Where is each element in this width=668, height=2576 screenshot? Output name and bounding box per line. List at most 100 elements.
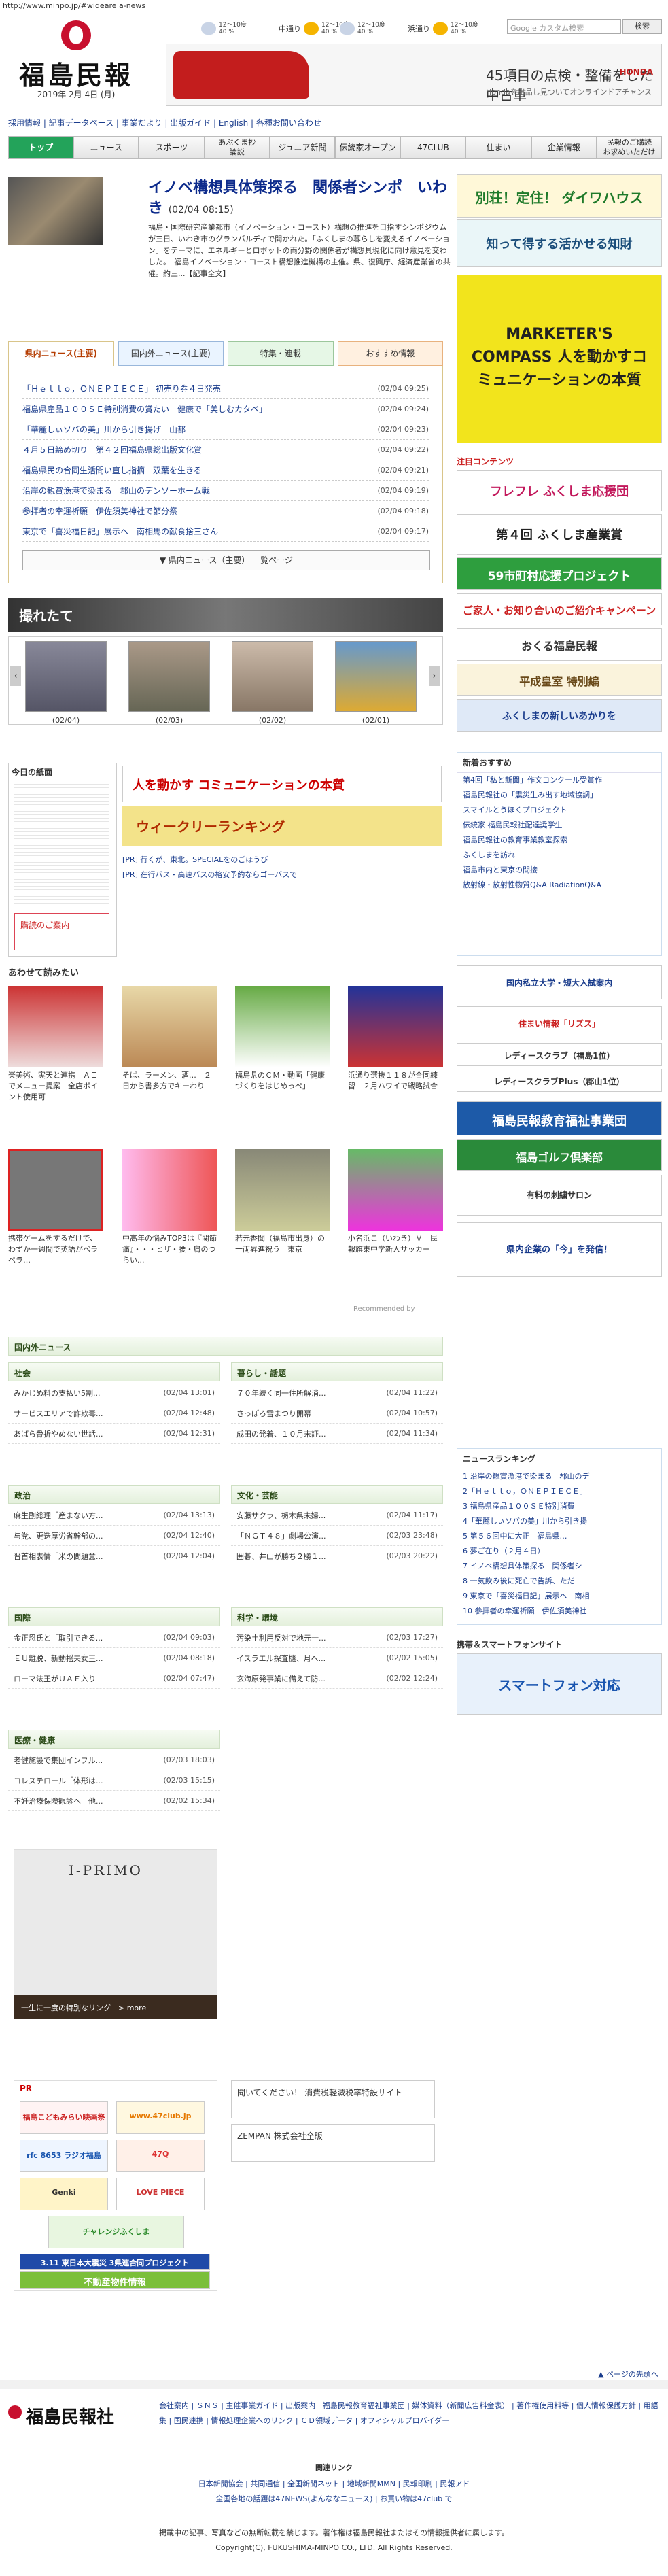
right-ad-besso[interactable]: 別荘！定住！ ダイワハウス	[457, 174, 662, 218]
list-item[interactable]: 成田の発着、１０月末証... (02/04 11:34)	[231, 1424, 443, 1444]
photo-thumb[interactable]: (02/01)	[335, 641, 417, 725]
list-item[interactable]: 「Ｈｅｌｌｏ，ＯＮＥＰＩＥＣＥ」 初売り券４日発売 (02/04 09:25)	[22, 379, 429, 399]
related-links[interactable]: 日本新聞協会 | 共同通信 | 全国新聞ネット | 地域新聞MMN | 民報印刷…	[0, 2477, 668, 2491]
paper-thumbnail[interactable]	[14, 781, 109, 904]
section-culture-title[interactable]: 文化・芸能	[231, 1485, 443, 1504]
recommend-item[interactable]: 楽美術、実天と連携 ＡＩでメニュー提案 全店ポイント使用可	[8, 986, 103, 1122]
nav-sports[interactable]: スポーツ	[139, 136, 205, 159]
headline-title[interactable]: イノベ構想具体策探る 関係者シンポ いわき (02/04 08:15)	[148, 178, 447, 220]
nav-news[interactable]: ニュース	[73, 136, 139, 159]
photo-thumb[interactable]: (02/04)	[25, 641, 107, 725]
list-item[interactable]: みかじめ料の支払い5割... (02/04 13:01)	[8, 1383, 220, 1403]
tab-domestic-news[interactable]: 国内外ニュース(主要)	[118, 341, 224, 366]
subscribe-link[interactable]: 購読のご案内	[14, 913, 109, 950]
newsrelease-banner[interactable]: 県内企業の「今」を発信！	[457, 1222, 662, 1277]
iprimo-tagline[interactable]: 一生に一度の特別なリング > more	[14, 1995, 217, 2019]
list-item[interactable]: 与党、更迭厚労省幹部の... (02/04 12:40)	[8, 1526, 220, 1546]
right-banner[interactable]: おくる福島民報	[457, 628, 662, 661]
list-item[interactable]: 「華麗しぃソバの美」川から引き揚げ 山都 (02/04 09:23)	[22, 419, 429, 440]
list-item[interactable]: 沿岸の観賞漁港で染まる 郡山のデンソーホーム戦 (02/04 09:19)	[22, 481, 429, 501]
nav-subscribe[interactable]: 民報のご購読 お求めいただけ	[596, 136, 663, 159]
ranking-item[interactable]: 9 東京で「喜災福日記」展示へ 南相	[457, 1589, 661, 1604]
univ-banner[interactable]: 国内私立大学・短大入試案内	[457, 965, 662, 999]
list-item[interactable]: 老健施設で集団インフル... (02/03 18:03)	[8, 1750, 220, 1770]
list-item[interactable]: コレステロール「体形は... (02/03 15:15)	[8, 1770, 220, 1791]
nav-open[interactable]: 伝統家オープン	[335, 136, 401, 159]
pr-link[interactable]: [PR] 行くが、東北。SPECIALをのごほうび	[122, 853, 297, 868]
pr-banner[interactable]: 福島こどもみらい映画祭	[20, 2101, 108, 2134]
ladies-plus-banner[interactable]: レディースクラブPlus（郡山1位）	[457, 1069, 662, 1092]
ranking-item[interactable]: 5 第５６回中に大正 福島県…	[457, 1529, 661, 1544]
nav-editorial[interactable]: あぶくま抄 論説	[204, 136, 270, 159]
pr-banner[interactable]: チャレンジふくしま	[48, 2216, 184, 2248]
weather-area-3[interactable]: 12〜10度 40 %	[340, 19, 385, 38]
list-item[interactable]: 囲碁、井山が勝ち２勝１... (02/03 20:22)	[231, 1546, 443, 1566]
zempan-banner[interactable]: ZEMPAN 株式会社全販	[231, 2124, 435, 2162]
section-science-title[interactable]: 科学・環境	[231, 1607, 443, 1626]
recommend-item[interactable]: 携帯ゲームをするだけで、わずか一週間で英語がペラペラ…	[8, 1149, 103, 1285]
today-paper[interactable]: 今日の紙面 購読のご案内	[8, 763, 117, 957]
ranking-item[interactable]: 8 一気飲み後に死亡で告訴、ただ	[457, 1574, 661, 1589]
footer-logo[interactable]: 福島民報社	[26, 2403, 114, 2428]
right-ad-chizai[interactable]: 知って得する活かせる知財	[457, 219, 662, 267]
iprimo-ad[interactable]: I-PRIMO 一生に一度の特別なリング > more	[14, 1849, 217, 2019]
list-item[interactable]: 福島県産品１００ＳＥ特別消費の賞たい 健康で「美しむカタベ」 (02/04 09:…	[22, 399, 429, 419]
pr-banner[interactable]: www.47club.jp	[116, 2101, 205, 2134]
right-banner[interactable]: 平成皇室 特別編	[457, 664, 662, 696]
recommend-item[interactable]: 若元香聞（福島市出身）の十両昇進祝う 東京	[235, 1149, 330, 1285]
smartphone-banner[interactable]: スマートフォン対応	[457, 1653, 662, 1715]
ranking-item[interactable]: 6 夢ご在り（２月４日）	[457, 1544, 661, 1559]
right-banner[interactable]: ふくしまの新しいあかりを	[457, 699, 662, 732]
right-ad-marketers[interactable]: MARKETER'S COMPASS 人を動かすコミュニケーションの本質	[457, 275, 662, 443]
list-item[interactable]: 金正恩氏と「取引できる... (02/04 09:03)	[8, 1628, 220, 1648]
list-item[interactable]: あばら骨折やめない世話... (02/04 12:31)	[8, 1424, 220, 1444]
list-item[interactable]: ７０年続く同一住所解消... (02/04 11:22)	[231, 1383, 443, 1403]
list-item[interactable]: 不妊治療保険観診へ 他... (02/02 15:34)	[8, 1791, 220, 1811]
pr-banner[interactable]: rfc 8653 ラジオ福島	[20, 2140, 108, 2172]
top-links[interactable]: 採用情報 | 記事データベース | 事業だより | 出版ガイド | Englis…	[8, 117, 321, 128]
pr-banner[interactable]: 不動産物件情報	[20, 2271, 210, 2289]
photo-thumb[interactable]: (02/02)	[232, 641, 313, 725]
section-society-title[interactable]: 社会	[8, 1362, 220, 1381]
pr-link[interactable]: [PR] 在行バス・高速バスの格安予約ならゴーバスで	[122, 868, 297, 882]
list-item[interactable]: イスラエル探査機、月へ... (02/02 15:05)	[231, 1648, 443, 1668]
site-logo[interactable]: 福島民報 2019年 2月 4日 (月)	[15, 19, 137, 99]
nav-top[interactable]: トップ	[8, 136, 74, 159]
right-banner[interactable]: 第４回 ふくしま産業賞	[457, 514, 662, 555]
pr-banner[interactable]: 47Q	[116, 2140, 205, 2172]
recommend-item[interactable]: 中高年の悩みTOP3は『関節痛』・・・ヒザ・腰・肩のつらい...	[122, 1149, 217, 1285]
edu-banner[interactable]: 福島民報教育福祉事業団	[457, 1101, 662, 1135]
ranking-item[interactable]: 10 参拝者の幸運祈願 伊佐須美神社	[457, 1604, 661, 1619]
search-button[interactable]: 検索	[622, 19, 662, 34]
recommend-item[interactable]: 福島県のＣＭ・動画「健康づくりをはじめっぺ」	[235, 986, 330, 1122]
list-item[interactable]: ローマ法王がＵＡＥ入り (02/04 07:47)	[8, 1668, 220, 1689]
list-item[interactable]: 放射線・放射性物質Q&A RadiationQ&A	[457, 878, 661, 893]
headline-photo[interactable]	[8, 177, 103, 245]
right-banner[interactable]: フレフレ ふくしま応援団	[457, 470, 662, 511]
section-living-title[interactable]: 暮らし・話題	[231, 1362, 443, 1381]
list-item[interactable]: 福島民報社の「震災生み出す地域協調」	[457, 788, 661, 803]
marketers-compass-ad[interactable]: 人を動かす コミュニケーションの本質	[122, 766, 442, 802]
pr-banner[interactable]: LOVE PIECE	[116, 2178, 205, 2210]
list-item[interactable]: 福島民報社の教育事業教室探索	[457, 833, 661, 848]
weather-area-4[interactable]: 浜通り 12〜10度 40 %	[408, 19, 478, 38]
nav-47club[interactable]: 47CLUB	[400, 136, 466, 159]
recommend-item[interactable]: 浜通り選抜１１８が合同練習 ２月ハワイで戦略試合	[348, 986, 443, 1122]
weather-area-2[interactable]: 中通り 12〜10度 40 %	[279, 19, 349, 38]
search-input[interactable]: Google カスタム検索	[507, 19, 621, 34]
nav-junior[interactable]: ジュニア新聞	[269, 136, 336, 159]
list-item[interactable]: 安藤サクラ、栃木県未婦... (02/04 11:17)	[231, 1505, 443, 1526]
page-top-link[interactable]: ▲ ページの先頭へ	[598, 2369, 658, 2380]
photo-thumb[interactable]: (02/03)	[128, 641, 210, 725]
car-ad-banner[interactable]: 45項目の点検・整備をした中古車 Hondaを出品し見ついてオンラインドアチャン…	[166, 44, 662, 106]
list-item[interactable]: 晋首相表情「米の問題意... (02/04 12:04)	[8, 1546, 220, 1566]
nav-housing[interactable]: 住まい	[465, 136, 531, 159]
list-item[interactable]: 玄海原発事業に備えて防... (02/02 12:24)	[231, 1668, 443, 1689]
list-item[interactable]: 第4回「私と新聞」作文コンクール受賞作	[457, 773, 661, 788]
ranking-item[interactable]: 3 福島県産品１００ＳＥ特別消費	[457, 1499, 661, 1514]
nav-company[interactable]: 企業情報	[531, 136, 597, 159]
more-news-button[interactable]: ▼ 県内ニュース（主要） 一覧ページ	[22, 550, 430, 570]
salon-banner[interactable]: 有料の刺繍サロン	[457, 1175, 662, 1216]
golf-banner[interactable]: 福島ゴルフ倶楽部	[457, 1139, 662, 1171]
list-item[interactable]: 福島県民の合同生活問い直し指摘 双葉を生きる (02/04 09:21)	[22, 460, 429, 481]
